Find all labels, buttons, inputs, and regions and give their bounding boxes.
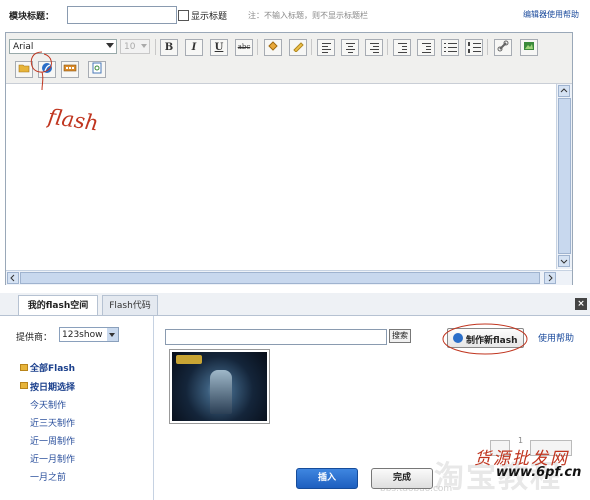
scroll-right-button[interactable] (544, 272, 556, 284)
panel-sidebar: 提供商： 123show 全部Flash 按日期选择 今天制作 近三天制作 近一… (0, 316, 154, 500)
date-filter-month[interactable]: 近一月制作 (30, 452, 75, 465)
media-strip-icon (63, 64, 77, 72)
chevron-right-icon (548, 274, 553, 282)
flash-panel: 我的flash空间 Flash代码 × 提供商： 123show 全部Flash… (0, 293, 590, 500)
highlighter-icon (293, 42, 304, 53)
font-size-select[interactable]: 10 (120, 39, 150, 54)
toolbar-separator (257, 39, 258, 55)
module-title-input[interactable] (67, 6, 177, 24)
annotation-handwriting: flash (46, 104, 98, 134)
italic-button[interactable]: I (185, 39, 203, 56)
vertical-scrollbar[interactable] (556, 84, 572, 269)
document-icon (92, 62, 102, 74)
chevron-down-icon (141, 44, 147, 48)
source-code-button[interactable] (88, 61, 106, 78)
tab-my-flash-space[interactable]: 我的flash空间 (18, 295, 98, 315)
toolbar-separator (387, 39, 388, 55)
align-left-button[interactable] (317, 39, 335, 56)
scroll-down-button[interactable] (558, 255, 570, 267)
annotation-circle (442, 323, 528, 355)
chevron-left-icon (10, 274, 15, 282)
scroll-left-button[interactable] (7, 272, 19, 284)
paint-bucket-icon (268, 41, 278, 51)
tab-flash-code[interactable]: Flash代码 (102, 295, 158, 315)
provider-value: 123show (62, 330, 103, 340)
category-all-flash[interactable]: 全部Flash (30, 361, 75, 374)
annotation-text: flash (46, 104, 98, 134)
folder-icon (20, 364, 28, 371)
module-title-label: 模块标题： (9, 12, 55, 22)
provider-select[interactable]: 123show (59, 327, 119, 342)
bold-button[interactable]: B (160, 39, 178, 56)
image-icon (524, 42, 534, 50)
date-filter-week[interactable]: 近一周制作 (30, 434, 75, 447)
horizontal-scroll-thumb[interactable] (20, 272, 540, 284)
indent-button[interactable] (417, 39, 435, 56)
category-by-date[interactable]: 按日期选择 (30, 380, 75, 393)
search-button[interactable]: 搜索 (389, 329, 411, 343)
chevron-down-icon (106, 43, 114, 48)
chevron-up-icon (560, 88, 568, 93)
date-filter-older[interactable]: 一月之前 (30, 470, 66, 483)
insert-image-button[interactable] (520, 39, 538, 56)
strikethrough-button[interactable]: abc (235, 39, 253, 56)
domain-watermark: www.6pf.cn (496, 465, 582, 480)
folder-icon (20, 382, 28, 389)
link-icon (497, 40, 509, 52)
show-title-checkbox[interactable] (178, 10, 189, 21)
date-filter-3days[interactable]: 近三天制作 (30, 416, 75, 429)
toolbar-separator (487, 39, 488, 55)
numbered-list-button[interactable] (465, 39, 483, 56)
chevron-down-icon (560, 259, 568, 264)
provider-label: 提供商： (16, 333, 53, 343)
title-note: 注：不输入标题，则不显示标题栏 (248, 11, 368, 20)
game-logo (176, 355, 202, 364)
toolbar-separator (155, 39, 156, 55)
panel-tabbar: 我的flash空间 Flash代码 × (0, 293, 590, 316)
rich-text-editor: Arial 10 B I U abc (5, 32, 573, 285)
align-right-button[interactable] (365, 39, 383, 56)
done-button[interactable]: 完成 (371, 468, 433, 489)
bullet-list-button[interactable] (441, 39, 459, 56)
link-button[interactable] (494, 39, 512, 56)
text-color-button[interactable] (264, 39, 282, 56)
close-icon[interactable]: × (575, 298, 587, 310)
insert-button[interactable]: 插入 (296, 468, 358, 489)
editor-toolbar: Arial 10 B I U abc (6, 33, 572, 84)
highlight-button[interactable] (289, 39, 307, 56)
flash-search-input[interactable] (165, 329, 387, 345)
show-title-label: 显示标题 (191, 12, 228, 22)
outdent-button[interactable] (393, 39, 411, 56)
toolbar-separator (311, 39, 312, 55)
horizontal-scrollbar[interactable] (6, 270, 572, 285)
date-filter-today[interactable]: 今天制作 (30, 398, 66, 411)
insert-media-button[interactable] (61, 61, 79, 78)
annotation-circle (30, 51, 52, 91)
chevron-down-icon (107, 328, 118, 341)
font-family-select[interactable]: Arial (9, 39, 117, 54)
armored-figure (210, 370, 232, 414)
align-center-button[interactable] (341, 39, 359, 56)
flash-thumbnail-image (172, 352, 267, 421)
usage-help-link[interactable]: 使用帮助 (538, 331, 574, 344)
font-size-value: 10 (124, 42, 136, 52)
flash-thumbnail[interactable] (169, 349, 270, 424)
editor-help-link[interactable]: 编辑器使用帮助 (523, 9, 579, 20)
underline-button[interactable]: U (210, 39, 228, 56)
scroll-up-button[interactable] (558, 85, 570, 97)
vertical-scroll-thumb[interactable] (558, 98, 571, 254)
